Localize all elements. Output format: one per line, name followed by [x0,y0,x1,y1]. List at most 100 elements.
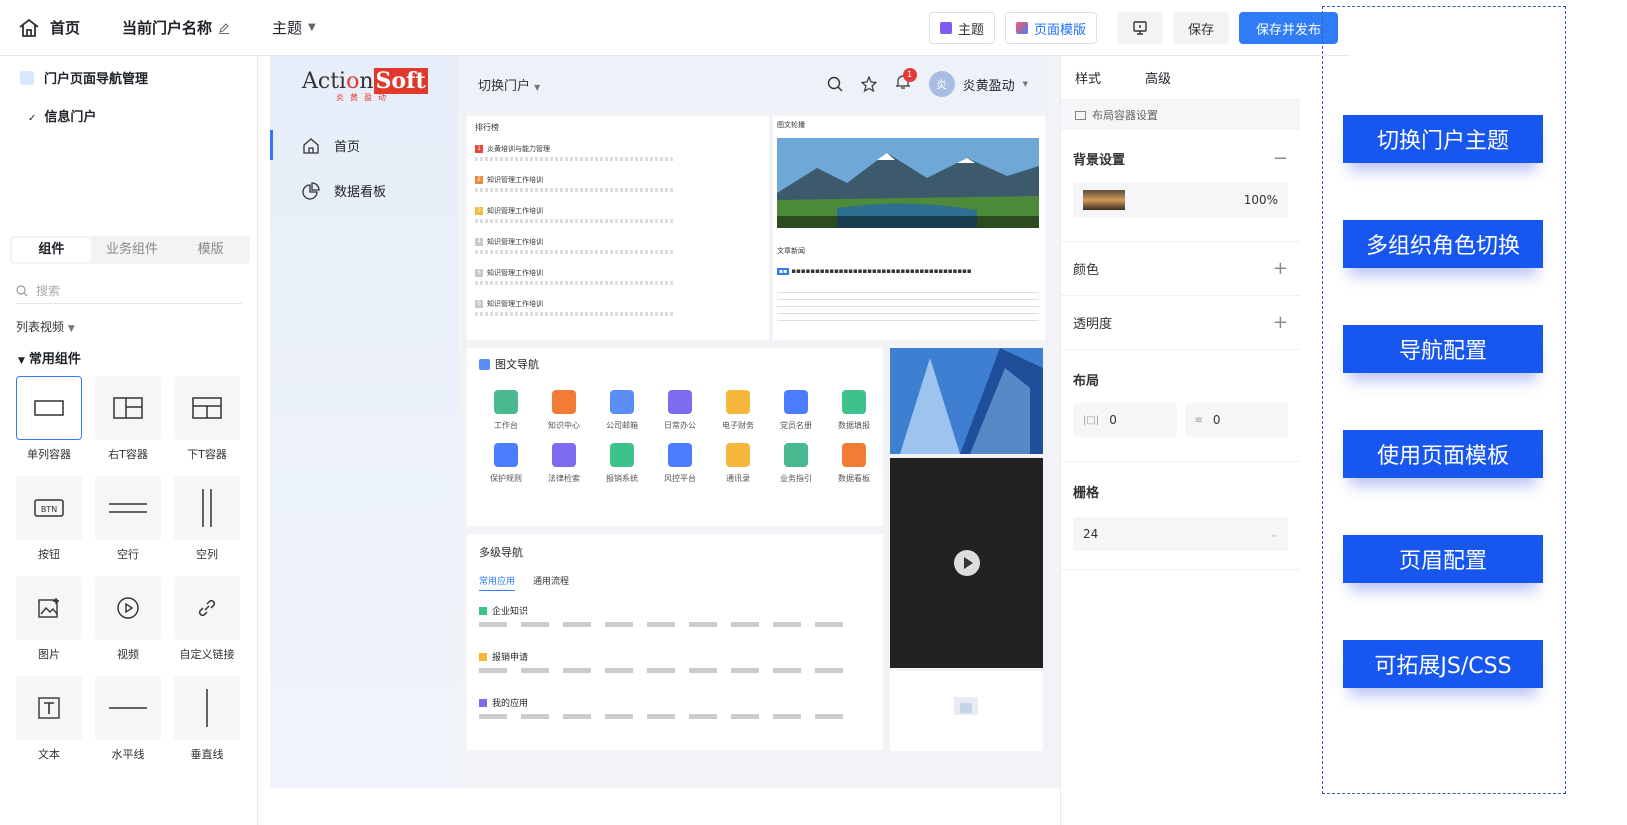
image-nav-item[interactable]: 工作台 [477,390,535,431]
home-link[interactable]: 首页 [18,17,80,38]
list-view-dropdown[interactable]: 列表视频 ▼ [16,318,75,335]
image-nav-item[interactable]: 数据看板 [825,443,883,484]
ranking-row[interactable]: 4 知识管理工作培训 [475,237,765,254]
common-components-header[interactable]: ▼ 常用组件 [18,348,81,367]
multi-nav-group[interactable]: 报销申请 [479,650,528,663]
star-icon[interactable] [860,76,877,92]
multi-nav-group[interactable]: 我的应用 [479,696,528,709]
tab-templates[interactable]: 模版 [171,236,250,264]
check-icon: ✓ [28,113,37,124]
nav-management-title[interactable]: 门户页面导航管理 [20,68,148,87]
component-text[interactable]: 文本 [16,676,82,762]
tab-advanced[interactable]: 高级 [1145,68,1171,87]
tab-business-components[interactable]: 业务组件 [93,236,172,264]
rank-desc [475,219,675,223]
image-nav-item[interactable]: 党员名册 [767,390,825,431]
image-nav-item[interactable]: 公司邮箱 [593,390,651,431]
plus-icon[interactable]: + [1273,258,1288,279]
preview-icon [1133,21,1147,35]
multi-nav-title: 多级导航 [479,546,523,559]
component-vertical-line[interactable]: 垂直线 [174,676,240,762]
edit-icon[interactable] [218,22,230,34]
nav-title-label: 门户页面导航管理 [44,72,149,87]
image-nav-item[interactable]: 法律检索 [535,443,593,484]
image-nav-item[interactable]: 业务指引 [767,443,825,484]
group-title: 我的应用 [492,699,529,709]
image-nav-item[interactable]: 通讯录 [709,443,767,484]
ranking-row[interactable]: 3 知识管理工作培训 [475,206,765,223]
ranking-row[interactable]: 5 知识管理工作培训 [475,268,765,285]
component-video[interactable]: 视频 [95,576,161,662]
component-horizontal-line[interactable]: 水平线 [95,676,161,762]
rank-title: 知识管理工作培训 [487,176,543,184]
video-icon [117,597,139,619]
sidenav-item-dashboard[interactable]: 数据看板 [302,181,386,200]
switch-portal-label: 切换门户 [478,78,531,94]
ranking-row[interactable]: 2 知识管理工作培训 [475,175,765,192]
ranking-row[interactable]: 6 知识管理工作培训 [475,299,765,316]
component-empty-column[interactable]: 空列 [174,476,240,562]
caret-icon: ▼ [18,356,25,366]
search-icon[interactable] [827,76,843,92]
minus-icon[interactable]: − [1273,148,1288,169]
component-empty-row[interactable]: 空行 [95,476,161,562]
theme-dropdown[interactable]: 主题 ▼ [272,17,316,38]
tab-common-apps[interactable]: 常用应用 [479,574,516,591]
image-nav-label: 公司邮箱 [606,421,638,430]
multi-nav-group[interactable]: 企业知识 [479,604,528,617]
theme-button[interactable]: 主题 [928,12,995,44]
sidenav-item-home[interactable]: 首页 [302,136,360,155]
component-single-column[interactable]: 单列容器 [16,376,82,462]
news-headline[interactable]: ▪▪ ▪▪▪▪▪▪▪▪▪▪▪▪▪▪▪▪▪▪▪▪▪▪▪▪▪▪▪▪▪▪▪▪▪▪▪▪▪… [777,266,1039,277]
ranking-title: 排行榜 [475,123,499,132]
video-player[interactable] [890,458,1043,668]
image-nav-item[interactable]: 电子财务 [709,390,767,431]
ranking-row[interactable]: 1 炎黄培训与能力管理 [475,144,765,161]
rank-number: 6 [475,300,483,308]
landscape-image[interactable] [777,138,1039,228]
image-nav-item[interactable]: 保护规则 [477,443,535,484]
component-button[interactable]: BTN 按钮 [16,476,82,562]
theme-label: 主题 [272,19,303,37]
notification-bell[interactable]: 1 [895,68,917,94]
grid-label: 栅格 [1073,486,1100,501]
grid-select[interactable]: 24 ⌄ [1073,517,1288,551]
chart-pie-icon [302,181,320,200]
tab-components[interactable]: 组件 [12,238,91,262]
image-nav-item[interactable]: 数据填报 [825,390,883,431]
image-nav-item[interactable]: 知识中心 [535,390,593,431]
component-label: 垂直线 [190,748,224,761]
plus-icon[interactable]: + [1273,312,1288,333]
user-menu[interactable]: 炎 炎黄盈动 ▼ [928,71,1028,97]
play-icon[interactable] [953,549,981,577]
image-nav-item[interactable]: 风控平台 [651,443,709,484]
switch-portal-dropdown[interactable]: 切换门户 ▼ [478,75,540,94]
component-grid: 单列容器 右T容器 下T容器 BTN 按钮 空行 空列 图片 视频 自定义链接 文… [16,376,246,762]
component-custom-link[interactable]: 自定义链接 [174,576,240,662]
save-button[interactable]: 保存 [1172,12,1229,44]
image-nav-item[interactable]: 报销系统 [593,443,651,484]
layout-vertical-input[interactable]: ≡ 0 [1184,403,1288,437]
component-right-t[interactable]: 右T容器 [95,376,161,462]
component-image[interactable]: 图片 [16,576,82,662]
app-icon [494,390,518,414]
page-template-button[interactable]: 页面模版 [1004,12,1097,44]
layout-section: 布局 |□| 0 ≡ 0 [1061,350,1300,462]
component-search-input[interactable]: 搜索 [16,278,242,304]
image-nav-item[interactable]: 日常办公 [651,390,709,431]
component-bottom-t[interactable]: 下T容器 [174,376,240,462]
feature-highlights: 切换门户主题 多组织角色切换 导航配置 使用页面模板 页眉配置 可拓展JS/CSS [1322,6,1566,794]
feature-badge: 多组织角色切换 [1343,220,1543,268]
layout-horizontal-input[interactable]: |□| 0 [1073,403,1177,437]
preview-button[interactable] [1116,12,1163,44]
portal-name[interactable]: 当前门户名称 [122,17,230,38]
image-placeholder-icon [954,697,978,715]
tab-style[interactable]: 样式 [1075,68,1101,87]
building-image[interactable] [890,348,1043,454]
rank-desc [475,188,675,192]
tab-general-process[interactable]: 通用流程 [533,574,569,587]
common-label: 常用组件 [28,352,81,367]
nav-tree-item-info-portal[interactable]: ✓ 信息门户 [28,106,96,125]
bg-image-field[interactable]: 100% [1073,183,1288,217]
color-label: 颜色 [1073,263,1100,278]
